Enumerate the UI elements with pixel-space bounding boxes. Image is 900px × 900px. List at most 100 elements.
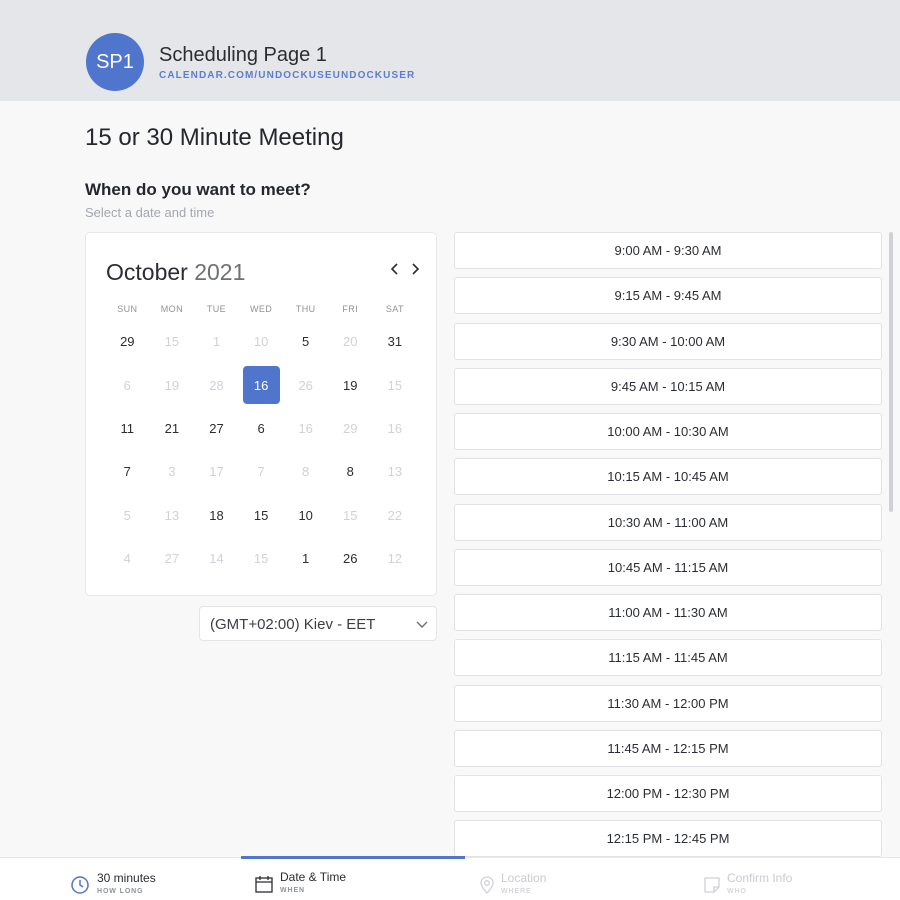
step-location[interactable]: Location WHERE [477,858,627,900]
scrollbar[interactable] [889,232,893,512]
calendar-day-label: 6 [257,420,265,436]
prev-month-button[interactable] [386,261,404,283]
calendar-day: 10 [239,320,284,363]
calendar-day: 4 [105,537,150,580]
calendar-day-label: 11 [120,420,135,436]
calendar-day-label: 15 [343,507,358,523]
calendar-day: 16 [373,407,418,450]
step-confirm-info[interactable]: Confirm Info WHO [702,858,852,900]
calendar-day-label: 16 [387,420,403,436]
calendar-day-label: 19 [164,377,180,393]
calendar-day[interactable]: 31 [373,320,418,363]
calendar-day[interactable]: 15 [239,494,284,537]
timezone-select[interactable]: (GMT+02:00) Kiev - EET [199,606,437,641]
weekday-label: SAT [385,304,404,314]
time-slot-button[interactable]: 9:00 AM - 9:30 AM [454,232,882,269]
chevron-left-icon [390,263,398,275]
calendar-day-label: 21 [164,420,180,436]
calendar-day-label: 10 [298,507,313,523]
calendar-day-label: 28 [209,377,224,393]
time-slot-button[interactable]: 10:15 AM - 10:45 AM [454,458,882,495]
time-slot-button[interactable]: 11:15 AM - 11:45 AM [454,639,882,676]
calendar-day: 3 [150,450,195,493]
calendar-day: 8 [283,450,328,493]
calendar-day: 1 [194,320,239,363]
calendar-day: 28 [194,363,239,406]
calendar-day-label: 29 [343,420,358,436]
calendar-day-label: 5 [302,334,310,350]
calendar-day[interactable]: 29 [105,320,150,363]
calendar-day: 22 [373,494,418,537]
step-title: Date & Time [280,870,347,884]
time-slot-button[interactable]: 12:00 PM - 12:30 PM [454,775,882,812]
time-slot-button[interactable]: 10:45 AM - 11:15 AM [454,549,882,586]
weekday-label: WED [249,304,273,314]
calendar-day: 15 [150,320,195,363]
calendar-day-label: 12 [387,551,403,567]
section-subtitle: Select a date and time [85,205,215,220]
calendar-day-label: 19 [343,377,358,393]
chevron-down-icon [416,621,428,628]
calendar-day-label: 16 [298,420,313,436]
calendar-day[interactable]: 8 [328,450,373,493]
calendar-day[interactable]: 11 [105,407,150,450]
time-slot-button[interactable]: 11:30 AM - 12:00 PM [454,685,882,722]
time-slot-button[interactable]: 9:45 AM - 10:15 AM [454,368,882,405]
calendar-day-label: 8 [346,464,354,480]
calendar-day-label: 15 [253,507,269,523]
calendar-day: 17 [194,450,239,493]
calendar-day-label: 1 [212,334,221,350]
calendar-month-year: October 2021 [106,259,245,286]
step-date-time[interactable]: Date & Time WHEN [254,858,434,900]
time-slot-button[interactable]: 11:00 AM - 11:30 AM [454,594,882,631]
time-slot-button[interactable]: 10:00 AM - 10:30 AM [454,413,882,450]
calendar-day: 16 [283,407,328,450]
calendar-day-label: 18 [209,507,224,523]
step-duration[interactable]: 30 minutes HOW LONG [70,858,220,900]
note-icon [704,877,720,893]
calendar-day-label: 26 [343,551,358,567]
calendar-day-label: 13 [387,464,403,480]
calendar-day[interactable]: 6 [239,407,284,450]
calendar-day: 15 [239,537,284,580]
calendar-day[interactable]: 7 [105,450,150,493]
calendar-day: 15 [328,494,373,537]
calendar-day-label: 22 [387,507,403,523]
step-subtitle: WHEN [280,887,305,894]
calendar-day: 14 [194,537,239,580]
calendar-day[interactable]: 19 [328,363,373,406]
step-title: Confirm Info [727,871,793,885]
time-slot-button[interactable]: 12:15 PM - 12:45 PM [454,820,882,857]
calendar-day: 13 [150,494,195,537]
calendar-day: 19 [150,363,195,406]
weekday-label: TUE [206,304,227,314]
weekday-label: SUN [117,304,138,314]
calendar-day[interactable]: 27 [194,407,239,450]
next-month-button[interactable] [406,261,424,283]
active-step-indicator [241,856,465,859]
calendar-day: 26 [283,363,328,406]
calendar-day-label: 13 [164,507,180,523]
time-slot-button[interactable]: 11:45 AM - 12:15 PM [454,730,882,767]
calendar-day: 20 [328,320,373,363]
weekday-header: SUN MON TUE WED THU FRI SAT [105,304,417,314]
step-bar: 30 minutes HOW LONG Date & Time WHEN Loc… [0,857,900,900]
time-slot-button[interactable]: 10:30 AM - 11:00 AM [454,504,882,541]
calendar-day[interactable]: 21 [150,407,195,450]
calendar-day-selected[interactable]: 16 [239,363,284,406]
calendar-day-grid: 29 15 1 10 5 20 31 6 19 28 16 26 19 15 11 21 27 6 16 29 16 7 3… [105,320,417,580]
calendar-day[interactable]: 5 [283,320,328,363]
calendar-day[interactable]: 1 [283,537,328,580]
calendar-day[interactable]: 10 [283,494,328,537]
calendar-day-label: 7 [123,464,131,480]
page-url-link[interactable]: CALENDAR.COM/UNDOCKUSEUNDOCKUSER [159,70,415,81]
calendar-day[interactable]: 26 [328,537,373,580]
time-slot-button[interactable]: 9:15 AM - 9:45 AM [454,277,882,314]
calendar-day[interactable]: 18 [194,494,239,537]
timezone-value: (GMT+02:00) Kiev - EET [210,616,376,633]
calendar-day-label: 26 [298,377,313,393]
location-pin-icon [480,876,494,894]
time-slot-button[interactable]: 9:30 AM - 10:00 AM [454,323,882,360]
section-heading: When do you want to meet? [85,180,311,199]
calendar-day-label: 31 [387,334,403,350]
